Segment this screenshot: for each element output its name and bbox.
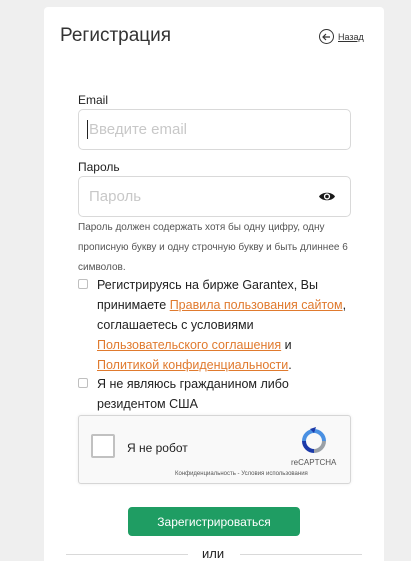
email-field[interactable]	[79, 110, 350, 149]
user-agreement-link[interactable]: Пользовательского соглашения	[97, 338, 281, 352]
terms-row: Регистрируясь на бирже Garantex, Вы прин…	[78, 275, 348, 375]
terms-text-part: и	[281, 338, 292, 352]
register-button[interactable]: Зарегистрироваться	[128, 507, 300, 536]
arrow-left-icon	[319, 29, 334, 44]
recaptcha-widget: Я не робот reCAPTCHA Конфиденциальность …	[78, 415, 351, 484]
us-resident-row: Я не являюсь гражданином либо резидентом…	[78, 374, 323, 414]
site-rules-link[interactable]: Правила пользования сайтом	[170, 298, 343, 312]
or-divider: или	[66, 545, 362, 561]
recaptcha-label: Я не робот	[127, 441, 188, 455]
back-link[interactable]: Назад	[319, 29, 364, 44]
recaptcha-logo-icon	[299, 426, 329, 461]
recaptcha-brand: reCAPTCHA	[291, 458, 337, 467]
password-label: Пароль	[78, 160, 120, 174]
recaptcha-terms[interactable]: Конфиденциальность - Условия использован…	[175, 471, 308, 477]
divider-line	[240, 554, 362, 555]
text-caret	[87, 120, 88, 139]
email-label: Email	[78, 93, 109, 107]
back-link-label: Назад	[338, 31, 364, 42]
terms-checkbox[interactable]	[78, 279, 88, 289]
password-field-wrapper	[78, 176, 351, 217]
email-field-wrapper	[78, 109, 351, 150]
divider-line	[66, 554, 188, 555]
registration-card: Регистрация Назад Email Пароль Пароль до…	[44, 7, 384, 561]
privacy-policy-link[interactable]: Политикой конфиденциальности	[97, 358, 288, 372]
us-resident-checkbox[interactable]	[78, 378, 88, 388]
page-title: Регистрация	[60, 25, 172, 46]
recaptcha-checkbox[interactable]	[91, 434, 115, 458]
password-field[interactable]	[79, 177, 350, 216]
or-label: или	[202, 546, 225, 561]
us-resident-label: Я не являюсь гражданином либо резидентом…	[97, 377, 289, 411]
terms-text: Регистрируясь на бирже Garantex, Вы прин…	[97, 275, 348, 375]
password-hint: Пароль должен содержать хотя бы одну циф…	[78, 222, 348, 273]
eye-icon[interactable]	[318, 190, 336, 208]
terms-text-part: .	[288, 358, 292, 372]
